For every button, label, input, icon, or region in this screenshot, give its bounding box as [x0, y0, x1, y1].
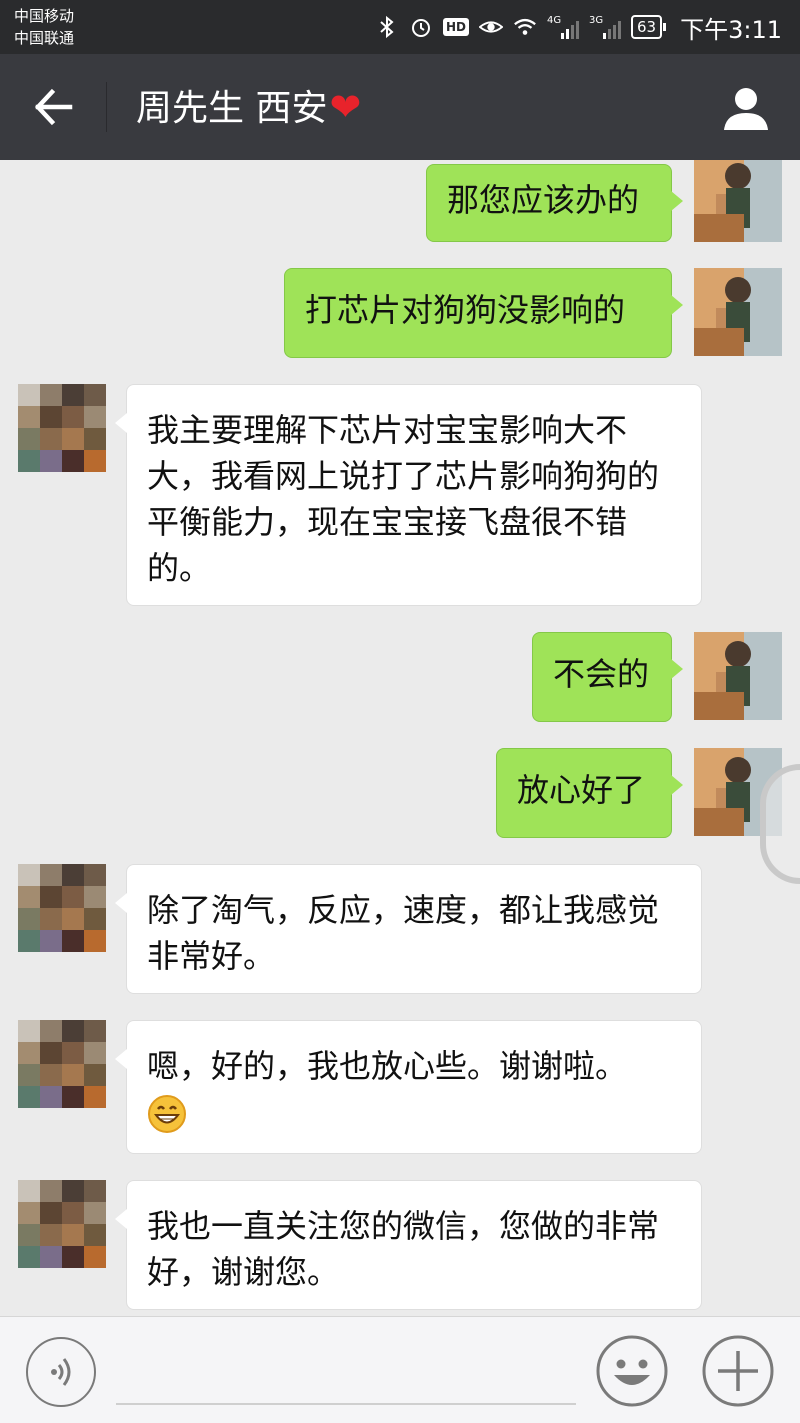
message-text: 放心好了 — [517, 771, 646, 809]
chat-area[interactable]: 那您应该办的 打芯片对狗狗没影响的 我主要理解下芯片对宝宝影响大不大，我看网上说… — [0, 160, 800, 1315]
alarm-icon — [409, 15, 433, 39]
eye-icon — [479, 15, 503, 39]
my-avatar[interactable] — [694, 160, 782, 242]
message-text: 打芯片对狗狗没影响的 — [305, 291, 626, 329]
chat-header: 周先生 西安❤ — [0, 54, 800, 160]
contact-name: 周先生 西安❤ — [136, 82, 361, 134]
contact-avatar[interactable] — [18, 1020, 106, 1108]
status-icons: HD 4G 3G 63 下午3:11 — [375, 0, 782, 54]
message-input[interactable] — [116, 1403, 576, 1405]
wifi-icon — [513, 15, 537, 39]
signal-4g-icon: 4G — [547, 15, 579, 39]
input-bar — [0, 1316, 800, 1423]
contact-avatar[interactable] — [18, 1180, 106, 1268]
profile-button[interactable] — [722, 84, 770, 132]
message-bubble-received[interactable]: 我也一直关注您的微信，您做的非常好，谢谢您。 — [115, 1180, 702, 1310]
voice-button[interactable] — [26, 1337, 96, 1407]
bluetooth-icon — [375, 15, 399, 39]
message-text: 我也一直关注您的微信，您做的非常好，谢谢您。 — [147, 1207, 660, 1291]
floating-assist-handle[interactable] — [760, 764, 800, 884]
more-button[interactable] — [702, 1335, 774, 1407]
message-text: 不会的 — [553, 655, 650, 693]
message-text: 嗯，好的，我也放心些。谢谢啦。 — [147, 1047, 628, 1085]
message-bubble-received[interactable]: 嗯，好的，我也放心些。谢谢啦。 — [115, 1020, 702, 1154]
smiley-icon — [596, 1335, 668, 1407]
contact-name-text: 周先生 西安 — [136, 88, 328, 129]
person-icon — [724, 88, 768, 130]
carrier-1: 中国移动 — [14, 7, 75, 25]
emoji-button[interactable] — [596, 1335, 668, 1407]
message-text: 我主要理解下芯片对宝宝影响大不大，我看网上说打了芯片影响狗狗的平衡能力，现在宝宝… — [147, 411, 660, 587]
plus-icon — [702, 1335, 774, 1407]
back-button[interactable] — [28, 82, 82, 132]
message-bubble-sent[interactable]: 打芯片对狗狗没影响的 — [284, 268, 683, 358]
message-bubble-sent[interactable]: 那您应该办的 — [426, 164, 683, 242]
clock: 下午3:11 — [680, 15, 782, 44]
my-avatar[interactable] — [694, 268, 782, 356]
heart-icon: ❤ — [329, 85, 362, 129]
carrier-2: 中国联通 — [14, 29, 75, 47]
voice-icon — [51, 1358, 71, 1386]
signal-3g-icon: 3G — [589, 15, 621, 39]
arrow-left-icon — [34, 88, 73, 126]
status-bar: 中国移动 中国联通 HD 4G 3G 63 下午3:11 — [0, 0, 800, 54]
carrier-info: 中国移动 中国联通 — [14, 5, 74, 49]
message-bubble-received[interactable]: 我主要理解下芯片对宝宝影响大不大，我看网上说打了芯片影响狗狗的平衡能力，现在宝宝… — [115, 384, 702, 606]
message-bubble-sent[interactable]: 不会的 — [532, 632, 683, 722]
grinning-face-icon — [147, 1094, 187, 1134]
my-avatar[interactable] — [694, 632, 782, 720]
message-bubble-received[interactable]: 除了淘气，反应，速度，都让我感觉非常好。 — [115, 864, 702, 994]
message-text: 除了淘气，反应，速度，都让我感觉非常好。 — [147, 891, 660, 975]
message-text: 那您应该办的 — [447, 181, 640, 219]
hd-badge: HD — [442, 18, 469, 36]
contact-avatar[interactable] — [18, 864, 106, 952]
battery-indicator: 63 — [631, 15, 667, 39]
header-divider — [106, 82, 107, 132]
contact-avatar[interactable] — [18, 384, 106, 472]
message-bubble-sent[interactable]: 放心好了 — [496, 748, 683, 838]
